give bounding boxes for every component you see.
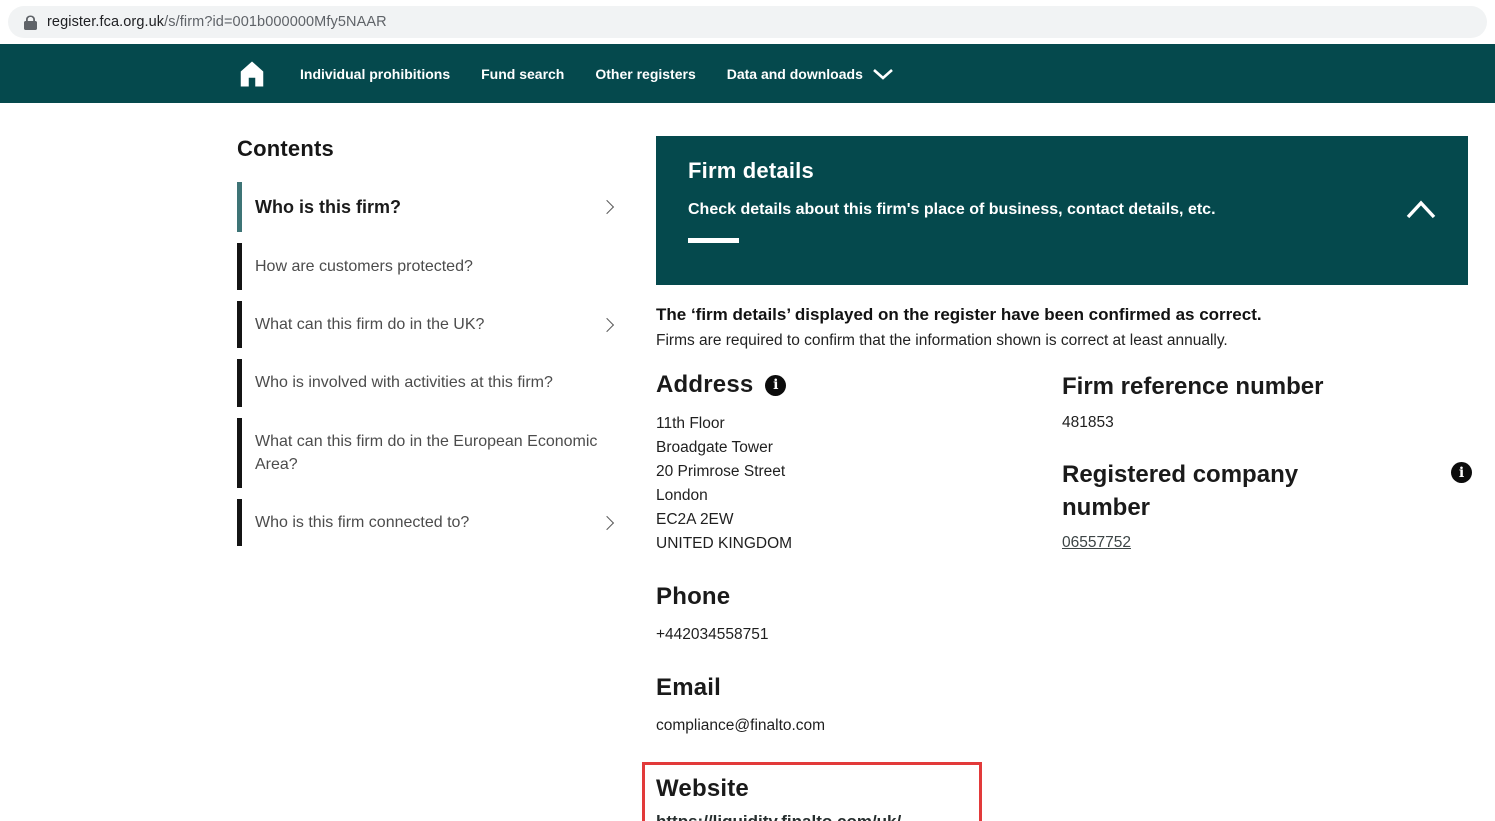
contact-column: Address 11th Floor Broadgate Tower 20 Pr… (642, 371, 1062, 821)
chevron-right-icon (599, 515, 615, 530)
details-grid: Address 11th Floor Broadgate Tower 20 Pr… (642, 371, 1472, 821)
sidebar-item-label: How are customers protected? (255, 258, 473, 276)
address-heading: Address (656, 371, 1062, 399)
firm-reference-value: 481853 (1062, 414, 1114, 432)
website-link[interactable]: https://liquidity.finalto.com/uk/ (656, 812, 901, 821)
confirmation-note: Firms are required to confirm that the i… (656, 332, 1228, 349)
address-label: Address (656, 371, 754, 398)
firm-reference-heading: Firm reference number (1062, 373, 1324, 400)
phone-value: +442034558751 (656, 626, 769, 643)
address-lines: 11th Floor Broadgate Tower 20 Primrose S… (656, 412, 1062, 556)
address-line: EC2A 2EW (656, 511, 734, 528)
company-number-link[interactable]: 06557752 (1062, 534, 1131, 552)
nav-item-data-and-downloads[interactable]: Data and downloads (727, 66, 894, 82)
browser-chrome: register.fca.org.uk/s/firm?id=001b000000… (0, 0, 1495, 44)
phone-section: Phone +442034558751 (656, 583, 1062, 647)
sidebar-item-who-is-involved[interactable]: Who is involved with activities at this … (237, 359, 622, 407)
top-navbar: Individual prohibitions Fund search Othe… (0, 44, 1495, 103)
sidebar-item-who-is-this-firm[interactable]: Who is this firm? (237, 182, 622, 233)
company-number-heading: Registered company number (1062, 461, 1299, 521)
address-line: 20 Primrose Street (656, 463, 786, 480)
url-text: register.fca.org.uk/s/firm?id=001b000000… (47, 14, 387, 30)
confirmation-statement: The ‘firm details’ displayed on the regi… (656, 305, 1262, 324)
address-line: London (656, 487, 708, 504)
nav-item-individual-prohibitions[interactable]: Individual prohibitions (300, 66, 450, 82)
email-value: compliance@finalto.com (656, 717, 826, 734)
reference-column: Firm reference number 481853 Registered … (1062, 371, 1472, 821)
sidebar-item-who-is-this-firm-connected-to[interactable]: Who is this firm connected to? (237, 499, 622, 547)
url-bar[interactable]: register.fca.org.uk/s/firm?id=001b000000… (8, 6, 1487, 38)
sidebar-item-what-can-this-firm-do-in-uk[interactable]: What can this firm do in the UK? (237, 301, 622, 349)
nav-item-label: Data and downloads (726, 65, 863, 82)
chevron-right-icon (599, 317, 615, 332)
sidebar-item-label: Who is this firm? (255, 197, 401, 217)
home-icon[interactable] (237, 59, 267, 89)
sidebar-item-label: Who is this firm connected to? (255, 514, 470, 532)
lock-icon (24, 15, 37, 30)
nav-item-fund-search[interactable]: Fund search (481, 66, 564, 82)
address-section: Address 11th Floor Broadgate Tower 20 Pr… (656, 371, 1062, 556)
address-line: 11th Floor (656, 415, 725, 432)
url-domain: register.fca.org.uk (47, 14, 165, 30)
sidebar-item-label: What can this firm do in the UK? (255, 316, 485, 334)
firm-details-panel: Firm details Check details about this fi… (656, 136, 1468, 285)
contents-sidebar: Contents Who is this firm? How are custo… (237, 136, 622, 821)
panel-underline-bar (688, 238, 739, 244)
phone-heading: Phone (656, 583, 731, 610)
contents-title: Contents (237, 136, 334, 161)
url-path: /s/firm?id=001b000000Mfy5NAAR (164, 14, 387, 30)
address-line: Broadgate Tower (656, 439, 773, 456)
panel-subtitle: Check details about this firm's place of… (688, 201, 1216, 218)
sidebar-item-how-are-customers-protected[interactable]: How are customers protected? (237, 243, 622, 291)
chevron-down-icon (872, 68, 894, 80)
website-heading: Website (656, 775, 749, 802)
sidebar-item-label: Who is involved with activities at this … (255, 374, 553, 392)
panel-title: Firm details (688, 158, 814, 183)
page-body: Contents Who is this firm? How are custo… (0, 103, 1495, 821)
nav-item-other-registers[interactable]: Other registers (595, 66, 695, 82)
sidebar-item-eea[interactable]: What can this firm do in the European Ec… (237, 417, 622, 489)
chevron-right-icon (599, 199, 615, 215)
address-line: UNITED KINGDOM (656, 535, 793, 552)
email-heading: Email (656, 674, 722, 701)
chevron-up-icon[interactable] (1404, 198, 1438, 222)
info-icon[interactable] (1451, 462, 1472, 483)
website-highlight-box: Website https://liquidity.finalto.com/uk… (642, 762, 982, 821)
email-section: Email compliance@finalto.com (656, 674, 1062, 738)
sidebar-item-label: What can this firm do in the European Ec… (255, 432, 598, 473)
info-icon[interactable] (765, 374, 787, 396)
firm-details-section: Firm details Check details about this fi… (642, 136, 1472, 821)
